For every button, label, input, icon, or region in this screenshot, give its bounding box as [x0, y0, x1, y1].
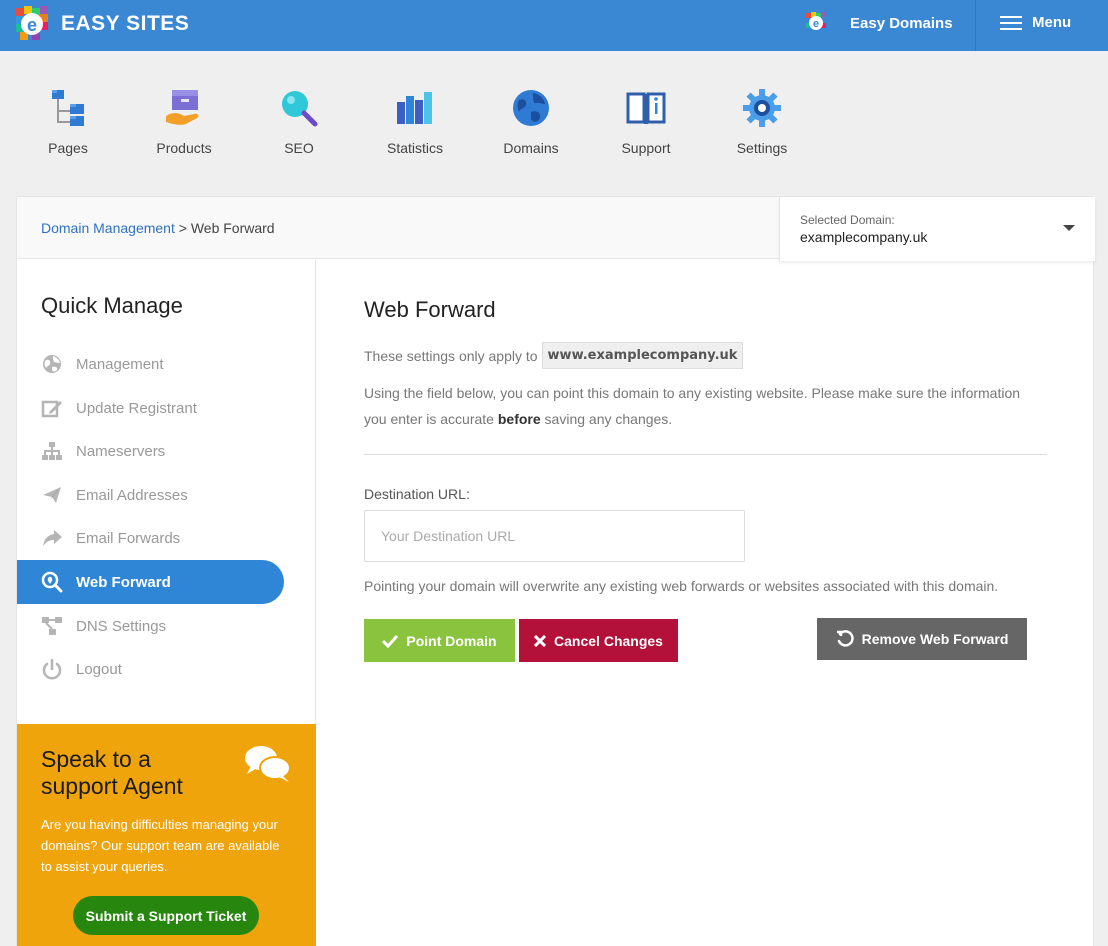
nav-products[interactable]: Products — [134, 88, 234, 156]
paper-plane-icon — [43, 487, 61, 503]
nav-label: Products — [156, 140, 212, 156]
share-arrow-icon — [43, 530, 62, 546]
settings-icon — [743, 89, 781, 127]
close-icon — [534, 634, 547, 647]
brand-name: EASY SITES — [61, 12, 190, 35]
top-bar-divider — [975, 0, 976, 51]
nav-label: Support — [621, 140, 671, 156]
instructions-text: Using the field below, you can point thi… — [364, 380, 1044, 432]
sidebar-item-label: Email Forwards — [76, 529, 181, 547]
settings-scope-prefix: These settings only apply to — [364, 347, 538, 364]
submit-support-ticket-button[interactable]: Submit a Support Ticket — [73, 896, 259, 935]
sidebar-item-email-forwards[interactable]: Email Forwards — [17, 516, 284, 560]
power-icon — [42, 658, 62, 680]
breadcrumb-separator: > — [178, 220, 187, 236]
sidebar-item-label: Email Addresses — [76, 486, 188, 504]
sidebar-item-email-addresses[interactable]: Email Addresses — [17, 473, 284, 517]
sidebar-item-label: Nameservers — [76, 442, 166, 460]
easy-domains-link[interactable]: e Easy Domains — [806, 12, 953, 34]
seo-icon — [282, 91, 318, 127]
sitemap-icon — [42, 442, 62, 460]
globe-icon — [43, 355, 61, 373]
nav-support[interactable]: Support — [596, 88, 696, 156]
sidebar-item-logout[interactable]: Logout — [17, 647, 284, 691]
support-box: Speak to a support Agent Are you having … — [17, 724, 316, 946]
domain-code: www.examplecompany.uk — [541, 342, 744, 369]
breadcrumb-bar: Domain Management > Web Forward — [17, 197, 779, 259]
breadcrumb-current: Web Forward — [190, 220, 275, 236]
domain-selector-value: examplecompany.uk — [800, 229, 928, 245]
destination-url-label: Destination URL: — [364, 486, 470, 502]
point-domain-label: Point Domain — [406, 632, 497, 649]
sidebar-item-label: Web Forward — [76, 573, 171, 591]
domains-icon — [513, 90, 549, 126]
pages-icon — [52, 90, 84, 126]
sidebar-item-label: Management — [76, 355, 164, 373]
products-icon — [166, 90, 199, 125]
remove-web-forward-label: Remove Web Forward — [861, 631, 1009, 647]
instructions-after: saving any changes. — [540, 411, 673, 427]
sidebar-item-dns-settings[interactable]: DNS Settings — [17, 604, 284, 648]
cancel-changes-button[interactable]: Cancel Changes — [519, 619, 678, 662]
sidebar-title: Quick Manage — [41, 293, 183, 318]
nav-domains[interactable]: Domains — [481, 88, 581, 156]
point-domain-button[interactable]: Point Domain — [364, 619, 515, 662]
nav-label: Domains — [503, 140, 559, 156]
nav-pages[interactable]: Pages — [18, 88, 118, 156]
network-icon — [42, 617, 62, 635]
sidebar-item-update-registrant[interactable]: Update Registrant — [17, 386, 284, 430]
quick-manage-sidebar: Quick Manage Management Update Registran… — [17, 260, 316, 946]
svg-text:e: e — [27, 15, 37, 35]
hamburger-icon — [1000, 15, 1022, 30]
menu-button[interactable]: Menu — [1000, 14, 1071, 31]
nav-seo[interactable]: SEO — [249, 88, 349, 156]
domain-selector-label: Selected Domain: — [800, 213, 895, 227]
sidebar-item-label: Logout — [76, 660, 122, 678]
nav-settings[interactable]: Settings — [712, 88, 812, 156]
support-title: Speak to a support Agent — [41, 746, 183, 799]
divider — [364, 454, 1047, 455]
nav-label: Pages — [48, 140, 88, 156]
instructions-bold: before — [497, 411, 541, 427]
cancel-changes-label: Cancel Changes — [554, 632, 663, 649]
sidebar-item-label: DNS Settings — [76, 617, 167, 635]
breadcrumb: Domain Management > Web Forward — [41, 220, 275, 236]
settings-scope-text: These settings only apply to www.example… — [364, 342, 744, 369]
instructions-before: Using the field below, you can point thi… — [364, 385, 1021, 427]
menu-label: Menu — [1032, 14, 1072, 31]
overwrite-warning-text: Pointing your domain will overwrite any … — [364, 578, 999, 594]
easy-sites-logo-icon: e — [16, 6, 48, 40]
brand-logo[interactable]: e EASY SITES — [16, 6, 189, 42]
undo-icon — [836, 630, 854, 647]
domain-selector[interactable]: Selected Domain: examplecompany.uk — [779, 197, 1095, 261]
remove-web-forward-button[interactable]: Remove Web Forward — [817, 618, 1027, 660]
support-text: Are you having difficulties managing you… — [41, 817, 280, 874]
sidebar-item-nameservers[interactable]: Nameservers — [17, 429, 284, 473]
statistics-icon — [397, 92, 432, 124]
caret-down-icon — [1063, 225, 1075, 231]
sidebar-item-management[interactable]: Management — [17, 342, 284, 386]
svg-text:e: e — [813, 18, 819, 30]
main-card: Domain Management > Web Forward Selected… — [16, 196, 1095, 946]
sidebar-item-web-forward[interactable]: Web Forward — [17, 560, 284, 604]
page-title: Web Forward — [364, 297, 496, 322]
easy-domains-label: Easy Domains — [850, 14, 953, 32]
search-location-icon — [41, 571, 63, 593]
breadcrumb-link-domain-management[interactable]: Domain Management — [41, 220, 175, 236]
nav-label: Statistics — [386, 140, 443, 156]
chat-bubbles-icon — [245, 746, 291, 782]
top-bar: e EASY SITES e Easy Domains Menu — [0, 0, 1108, 51]
easy-domains-logo-icon: e — [806, 12, 826, 30]
nav-label: Settings — [736, 140, 788, 156]
sidebar-item-label: Update Registrant — [76, 399, 197, 417]
nav-label: SEO — [284, 140, 314, 156]
destination-url-input[interactable] — [364, 510, 745, 562]
nav-statistics[interactable]: Statistics — [365, 88, 465, 156]
check-icon — [382, 634, 399, 648]
edit-icon — [41, 400, 62, 418]
support-icon — [626, 92, 666, 124]
